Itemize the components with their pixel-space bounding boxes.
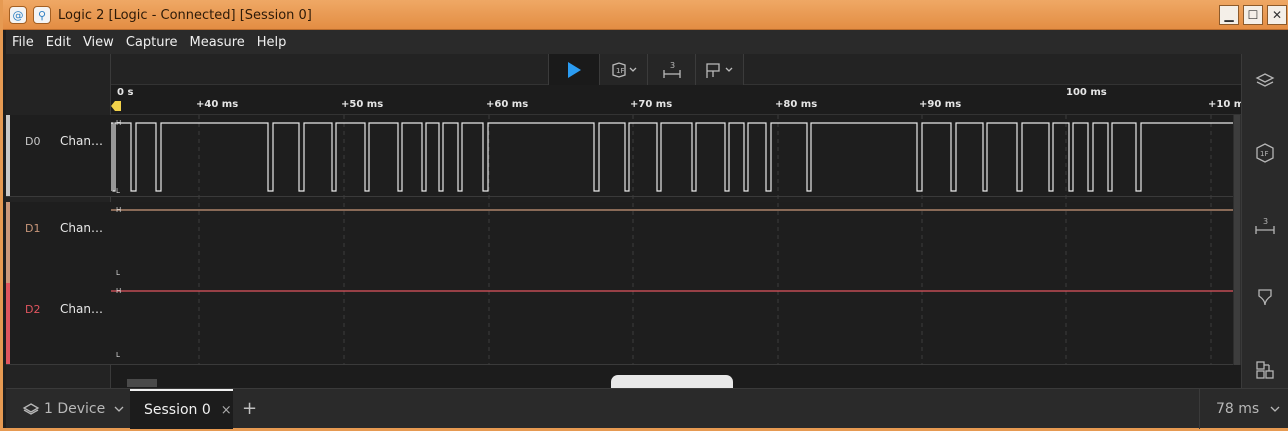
channel-color-strip: [6, 283, 10, 364]
ruler-tick-label: +40 ms: [196, 99, 239, 110]
menu-edit[interactable]: Edit: [40, 35, 77, 50]
annotations-icon[interactable]: [1252, 284, 1278, 310]
right-sidebar: 1F 3: [1241, 54, 1288, 388]
ruler-tick-label: +80 ms: [775, 99, 818, 110]
svg-text:1F: 1F: [1260, 150, 1268, 158]
capture-progress-handle[interactable]: [611, 375, 733, 388]
measurements-icon[interactable]: 3: [1252, 213, 1278, 239]
capture-duration-selector[interactable]: 78 ms: [1199, 389, 1288, 429]
channel-name[interactable]: Chan…: [60, 134, 103, 148]
menu-capture[interactable]: Capture: [120, 35, 184, 50]
level-high-label: H: [116, 119, 121, 127]
device-icon: [22, 403, 40, 415]
timing-marker-icon: 3: [662, 61, 681, 78]
level-low-label: L: [116, 269, 120, 277]
title-bar: @ ⚲ Logic 2 [Logic - Connected] [Session…: [3, 0, 1288, 30]
channel-id: D2: [25, 303, 41, 316]
close-window-button[interactable]: ✕: [1267, 5, 1287, 25]
start-capture-button[interactable]: [548, 54, 600, 85]
level-low-label: L: [116, 187, 120, 195]
capture-toolbar: 1F 3: [111, 54, 1241, 85]
add-session-button[interactable]: +: [242, 398, 257, 419]
session-tab-label: Session 0: [144, 402, 211, 418]
level-low-label: L: [116, 351, 120, 359]
channel-name[interactable]: Chan…: [60, 302, 103, 316]
horizontal-scroll-thumb[interactable]: [127, 379, 157, 387]
flag-icon: [705, 62, 732, 78]
level-high-label: H: [116, 206, 121, 214]
window-menu-icon[interactable]: ⚲: [33, 6, 51, 24]
minimize-button[interactable]: ▁: [1219, 5, 1239, 25]
analyzers-icon[interactable]: 1F: [1252, 140, 1278, 166]
svg-text:3: 3: [1263, 217, 1268, 226]
time-ruler[interactable]: 0 s +40 ms +50 ms +60 ms +70 ms +80 ms +90 ms 1…: [111, 85, 1241, 115]
app-logo-icon: @: [9, 6, 27, 24]
close-session-icon[interactable]: ×: [221, 403, 232, 418]
extensions-icon[interactable]: [1252, 357, 1278, 383]
ruler-tick-label: +50 ms: [341, 99, 384, 110]
ruler-tick-label: +60 ms: [486, 99, 529, 110]
vertical-scrollbar[interactable]: [1233, 115, 1241, 365]
channel-name[interactable]: Chan…: [60, 221, 103, 235]
ruler-tick-label: +70 ms: [630, 99, 673, 110]
bottom-bar: 1 Device Session 0 × + 78 ms: [6, 388, 1288, 429]
window-title: Logic 2 [Logic - Connected] [Session 0]: [58, 8, 312, 23]
channel-id: D1: [25, 222, 41, 235]
timing-marker-button[interactable]: 3: [648, 54, 696, 85]
channel-color-strip: [6, 202, 10, 283]
ruler-tick-label: 0 s: [117, 87, 134, 98]
annotation-dropdown-button[interactable]: [696, 54, 744, 85]
menu-help[interactable]: Help: [251, 35, 293, 50]
menu-file[interactable]: File: [6, 35, 40, 50]
device-settings-icon[interactable]: [1252, 68, 1278, 94]
waveform-d0: [111, 122, 1233, 192]
analyzer-icon: 1F: [611, 61, 636, 78]
horizontal-scroll-area[interactable]: [111, 365, 1241, 388]
app-window: @ ⚲ Logic 2 [Logic - Connected] [Session…: [0, 0, 1288, 431]
maximize-button[interactable]: ☐: [1243, 5, 1263, 25]
device-label: 1 Device: [44, 401, 106, 417]
vertical-scroll-thumb[interactable]: [1234, 115, 1240, 365]
tab-session-0[interactable]: Session 0 ×: [130, 389, 233, 429]
menu-view[interactable]: View: [77, 35, 120, 50]
ruler-tick-label: 100 ms: [1066, 87, 1107, 98]
device-selector[interactable]: 1 Device: [6, 389, 129, 429]
level-high-label: H: [116, 287, 121, 295]
chevron-down-icon: [1270, 406, 1280, 412]
trigger-marker-icon: [111, 101, 121, 111]
svg-text:3: 3: [670, 61, 675, 70]
channel-color-strip: [6, 115, 10, 196]
ruler-tick-label: +10 ms: [1208, 99, 1241, 110]
play-icon: [568, 61, 581, 78]
analyzer-dropdown-button[interactable]: 1F: [600, 54, 648, 85]
ruler-tick-label: +90 ms: [919, 99, 962, 110]
chevron-down-icon: [114, 406, 124, 412]
menu-measure[interactable]: Measure: [184, 35, 251, 50]
waveform-area[interactable]: H L H L H L: [111, 115, 1233, 365]
menu-bar: File Edit View Capture Measure Help: [6, 30, 1288, 54]
channel-id: D0: [25, 135, 41, 148]
svg-text:1F: 1F: [616, 67, 624, 75]
duration-label: 78 ms: [1216, 401, 1260, 417]
